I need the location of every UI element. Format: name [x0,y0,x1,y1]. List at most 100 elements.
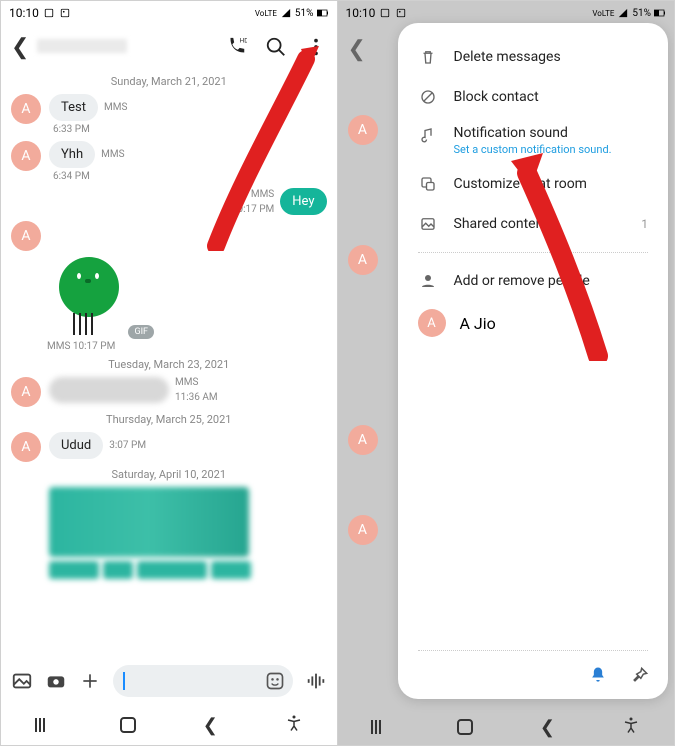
menu-sublabel: Set a custom notification sound. [454,143,649,156]
menu-label: Block contact [454,89,649,105]
image-icon [395,8,407,18]
message-row: A Test MMS 6:33 PM [11,94,327,135]
shared-count: 1 [641,217,648,231]
image-icon [59,8,71,18]
avatar[interactable]: A [11,221,41,251]
menu-delete-messages[interactable]: Delete messages [398,37,669,77]
pin-button[interactable] [630,665,650,689]
hd-call-button[interactable]: HD [225,36,247,58]
back-button-dimmed: ❮ [348,37,366,62]
svg-text:HD: HD [239,36,246,44]
screenshot-icon [379,8,391,18]
nav-recents-button[interactable] [35,718,53,732]
menu-label: Add or remove people [454,273,649,289]
gallery-button[interactable] [11,670,33,692]
mms-label: MMS [101,149,124,160]
nav-back-button[interactable]: ❮ [540,717,555,738]
message-row: A MMS 11:36 AM [11,377,327,407]
message-row-outgoing: MMS 10:17 PM Hey [11,188,327,215]
media-message[interactable] [49,487,249,557]
battery-icon [317,8,329,18]
avatar: A [418,309,446,337]
avatar: A [348,115,378,145]
menu-notification-sound[interactable]: Notification sound Set a custom notifica… [398,117,669,164]
volte-indicator: VoLTE [255,9,277,18]
message-time: 3:07 PM [109,440,146,451]
signal-icon [617,8,629,18]
message-bubble-outgoing[interactable]: Hey [280,188,326,215]
customize-icon [418,174,438,194]
trash-icon [418,47,438,67]
message-time: 10:17 PM [232,204,274,215]
menu-label: Shared content [454,216,626,232]
menu-divider [418,650,649,651]
avatar: A [348,245,378,275]
back-button[interactable]: ❮ [11,35,29,60]
menu-block-contact[interactable]: Block contact [398,77,669,117]
nav-home-button[interactable] [457,719,473,735]
nav-home-button[interactable] [120,717,136,733]
avatar[interactable]: A [11,141,41,171]
menu-label: Customize chat room [454,176,649,192]
status-bar: 10:10 VoLTE 51% [1,1,337,25]
menu-add-remove-people[interactable]: Add or remove people [398,261,669,301]
nav-accessibility-button[interactable] [622,716,640,738]
message-row: A Yhh MMS 6:34 PM [11,141,327,182]
status-time: 10:10 [346,6,376,20]
message-bubble[interactable]: Yhh [49,141,95,168]
emoji-sticker-button[interactable] [265,671,285,691]
message-bubble[interactable]: Udud [49,432,103,459]
more-options-button[interactable] [305,36,327,58]
menu-person-item[interactable]: A A Jio [398,301,669,345]
sticker-message[interactable]: GIF [49,257,149,337]
gif-badge: GIF [128,325,154,339]
menu-customize-chat[interactable]: Customize chat room [398,164,669,204]
message-bubble[interactable] [49,377,169,403]
message-time: 6:34 PM [53,171,90,182]
overflow-menu: Delete messages Block contact Notificati… [398,23,669,699]
date-separator: Saturday, April 10, 2021 [11,468,327,481]
message-row: A [11,221,327,251]
person-name: A Jio [460,314,496,333]
camera-button[interactable] [45,670,67,692]
message-bubble[interactable]: Test [49,94,98,121]
text-cursor [123,672,125,690]
avatar[interactable]: A [11,94,41,124]
nav-back-button[interactable]: ❮ [203,715,218,736]
avatar: A [348,425,378,455]
message-input[interactable] [113,665,293,697]
date-separator: Tuesday, March 23, 2021 [11,358,327,371]
notification-bell-button[interactable] [588,665,608,689]
person-icon [418,271,438,291]
message-time: MMS 10:17 PM [47,341,327,352]
contact-name[interactable] [37,39,216,55]
date-separator: Thursday, March 25, 2021 [11,413,327,426]
block-icon [418,87,438,107]
battery-percent: 51% [295,8,314,19]
nav-accessibility-button[interactable] [285,714,303,736]
avatar[interactable]: A [11,377,41,407]
status-time: 10:10 [9,6,39,20]
mms-label: MMS [251,189,274,200]
compose-bar [1,657,337,705]
navigation-bar: ❮ [338,705,675,745]
navigation-bar: ❮ [1,705,337,745]
music-note-icon [418,125,438,145]
voice-button[interactable] [305,670,327,692]
avatar[interactable]: A [11,432,41,462]
menu-shared-content[interactable]: Shared content 1 [398,204,669,244]
status-bar: 10:10 VoLTE 51% [338,1,675,25]
screenshot-icon [43,8,55,18]
add-button[interactable] [79,670,101,692]
volte-indicator: VoLTE [592,9,614,18]
screen-conversation: 10:10 VoLTE 51% ❮ HD [1,1,338,745]
mms-label: MMS [175,377,198,388]
menu-divider [418,252,649,253]
message-time: 6:33 PM [53,124,90,135]
nav-recents-button[interactable] [371,720,389,734]
menu-label: Delete messages [454,49,649,65]
search-button[interactable] [265,36,287,58]
screen-menu: 10:10 VoLTE 51% ❮ A A A A [338,1,675,745]
date-separator: Sunday, March 21, 2021 [11,75,327,88]
image-icon [418,214,438,234]
